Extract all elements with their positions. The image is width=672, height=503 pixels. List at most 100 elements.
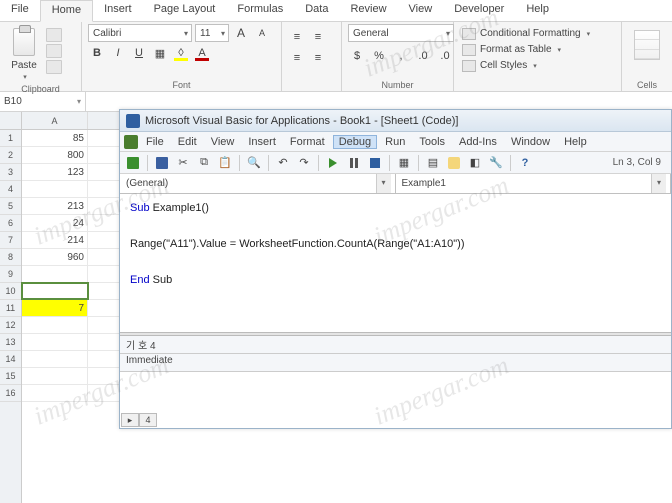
row-header[interactable]: 9 <box>0 266 21 283</box>
immediate-pane-header[interactable]: Immediate <box>120 354 671 372</box>
tab-formulas[interactable]: Formulas <box>226 0 294 21</box>
design-mode-icon[interactable]: ▦ <box>395 154 413 172</box>
row-header[interactable]: 6 <box>0 215 21 232</box>
cell-styles-button[interactable]: Cell Styles▾ <box>460 58 592 73</box>
cell[interactable] <box>22 334 88 350</box>
row-header[interactable]: 2 <box>0 147 21 164</box>
bold-button[interactable]: B <box>88 44 106 62</box>
row-header[interactable]: 10 <box>0 283 21 300</box>
font-size-select[interactable]: 11 <box>195 24 229 42</box>
border-button[interactable]: ▦ <box>151 44 169 62</box>
align-left-icon[interactable]: ≡ <box>288 49 306 67</box>
cells-icon[interactable] <box>634 30 660 60</box>
vba-menu-tools[interactable]: Tools <box>413 135 451 149</box>
run-icon[interactable] <box>324 154 342 172</box>
column-header[interactable]: A <box>22 112 88 129</box>
copy-icon[interactable] <box>46 44 62 58</box>
cell[interactable] <box>22 368 88 384</box>
view-tab-icon[interactable]: ▸ <box>121 413 139 427</box>
procedure-selector[interactable]: Example1 <box>396 174 672 193</box>
row-header[interactable]: 12 <box>0 317 21 334</box>
cell[interactable] <box>22 266 88 282</box>
vba-menu-run[interactable]: Run <box>379 135 411 149</box>
vba-menu-window[interactable]: Window <box>505 135 556 149</box>
cut-icon[interactable] <box>46 28 62 42</box>
cut-icon[interactable]: ✂ <box>174 154 192 172</box>
align-center-icon[interactable]: ≡ <box>309 49 327 67</box>
vba-menu-addins[interactable]: Add-Ins <box>453 135 503 149</box>
row-header[interactable]: 13 <box>0 334 21 351</box>
cell-selected[interactable] <box>22 283 88 299</box>
shrink-font-button[interactable]: A <box>253 24 271 42</box>
tab-review[interactable]: Review <box>339 0 397 21</box>
toolbox-icon[interactable]: 🔧 <box>487 154 505 172</box>
row-header[interactable]: 4 <box>0 181 21 198</box>
format-painter-icon[interactable] <box>46 60 62 74</box>
find-icon[interactable]: 🔍 <box>245 154 263 172</box>
grow-font-button[interactable]: A <box>232 24 250 42</box>
vba-menu-edit[interactable]: Edit <box>172 135 203 149</box>
number-format-select[interactable]: General <box>348 24 454 42</box>
paste-button[interactable]: Paste ▾ <box>6 24 42 83</box>
save-icon[interactable] <box>153 154 171 172</box>
cell[interactable]: 214 <box>22 232 88 248</box>
currency-button[interactable]: $ <box>348 47 366 65</box>
row-header[interactable]: 5 <box>0 198 21 215</box>
reset-icon[interactable] <box>366 154 384 172</box>
undo-icon[interactable]: ↶ <box>274 154 292 172</box>
immediate-pane[interactable]: ▸ 4 <box>120 372 671 428</box>
tab-data[interactable]: Data <box>294 0 339 21</box>
vba-menu-file[interactable]: File <box>140 135 170 149</box>
tab-view[interactable]: View <box>398 0 444 21</box>
comma-button[interactable]: , <box>392 47 410 65</box>
break-icon[interactable] <box>345 154 363 172</box>
cell[interactable]: 800 <box>22 147 88 163</box>
row-header[interactable]: 7 <box>0 232 21 249</box>
align-top-icon[interactable]: ≡ <box>288 28 306 46</box>
cell[interactable]: 123 <box>22 164 88 180</box>
format-as-table-button[interactable]: Format as Table▾ <box>460 42 592 57</box>
excel-icon[interactable] <box>124 154 142 172</box>
code-editor[interactable]: Sub Example1() Range("A11").Value = Work… <box>120 194 671 332</box>
decrease-decimal-button[interactable]: .0 <box>436 47 454 65</box>
tab-help[interactable]: Help <box>515 0 560 21</box>
help-icon[interactable]: ? <box>516 154 534 172</box>
locals-pane-header[interactable]: 기 호 4 <box>120 336 671 354</box>
paste-icon[interactable]: 📋 <box>216 154 234 172</box>
row-header[interactable]: 14 <box>0 351 21 368</box>
vba-menu-insert[interactable]: Insert <box>242 135 282 149</box>
project-explorer-icon[interactable]: ▤ <box>424 154 442 172</box>
align-middle-icon[interactable]: ≡ <box>309 28 327 46</box>
cell[interactable]: 85 <box>22 130 88 146</box>
fill-color-button[interactable]: ◊ <box>172 44 190 62</box>
cell[interactable]: 213 <box>22 198 88 214</box>
vba-system-icon[interactable] <box>124 135 138 149</box>
cell[interactable] <box>22 181 88 197</box>
select-all-corner[interactable] <box>0 112 21 130</box>
cell[interactable] <box>22 317 88 333</box>
tab-page-layout[interactable]: Page Layout <box>143 0 227 21</box>
view-tab-icon[interactable]: 4 <box>139 413 157 427</box>
percent-button[interactable]: % <box>370 47 388 65</box>
cell-highlighted[interactable]: 7 <box>22 300 88 316</box>
tab-insert[interactable]: Insert <box>93 0 143 21</box>
underline-button[interactable]: U <box>130 44 148 62</box>
object-browser-icon[interactable]: ◧ <box>466 154 484 172</box>
cell[interactable]: 960 <box>22 249 88 265</box>
tab-developer[interactable]: Developer <box>443 0 515 21</box>
font-name-select[interactable]: Calibri <box>88 24 192 42</box>
vba-menu-help[interactable]: Help <box>558 135 593 149</box>
row-header[interactable]: 16 <box>0 385 21 402</box>
redo-icon[interactable]: ↷ <box>295 154 313 172</box>
row-header[interactable]: 15 <box>0 368 21 385</box>
vba-menu-format[interactable]: Format <box>284 135 331 149</box>
row-header[interactable]: 3 <box>0 164 21 181</box>
cell[interactable]: 24 <box>22 215 88 231</box>
increase-decimal-button[interactable]: .0 <box>414 47 432 65</box>
row-header[interactable]: 11 <box>0 300 21 317</box>
tab-file[interactable]: File <box>0 0 40 21</box>
cell[interactable] <box>22 385 88 401</box>
vba-menu-debug[interactable]: Debug <box>333 135 377 149</box>
vba-title-bar[interactable]: Microsoft Visual Basic for Applications … <box>120 110 671 132</box>
font-color-button[interactable]: A <box>193 44 211 62</box>
